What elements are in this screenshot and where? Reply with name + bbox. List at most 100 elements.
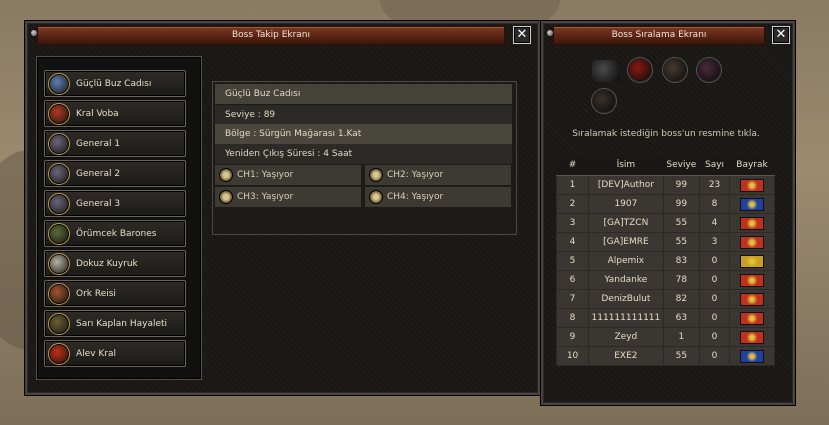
flag-icon [740, 273, 764, 287]
cell-flag [729, 346, 775, 366]
cell-level: 55 [662, 346, 701, 366]
table-row[interactable]: 8 111111111111 63 0 [555, 308, 775, 328]
cell-level: 99 [662, 175, 701, 195]
cell-name: [DEV]Author [588, 175, 664, 195]
cell-name: Yandanke [588, 270, 664, 290]
boss-button[interactable]: Kral Voba [44, 100, 186, 127]
flag-icon [740, 311, 764, 325]
channel-icon [369, 168, 383, 182]
table-row[interactable]: 2 1907 99 8 [555, 194, 775, 214]
nine-tails-icon [48, 252, 70, 275]
cell-flag [729, 194, 775, 214]
boss-portrait-icon[interactable] [663, 58, 687, 82]
cell-rank: 3 [555, 213, 590, 233]
flag-icon [740, 292, 764, 306]
cell-count: 4 [699, 213, 731, 233]
flag-icon [740, 235, 764, 249]
flag-icon [740, 178, 764, 192]
boss-button[interactable]: General 2 [44, 160, 186, 187]
boss-button[interactable]: Alev Kral [44, 340, 186, 367]
cell-count: 23 [699, 175, 731, 195]
table-row[interactable]: 10 EXE2 55 0 [555, 346, 775, 366]
orc-icon [48, 282, 70, 305]
boss-respawn: Yeniden Çıkış Süresi : 4 Saat [215, 144, 512, 164]
channel-icon [219, 190, 233, 204]
cell-flag [729, 308, 775, 328]
cell-level: 55 [662, 232, 701, 252]
channel-label: CH2: Yaşıyor [387, 170, 444, 180]
cell-rank: 2 [555, 194, 590, 214]
cell-flag [729, 251, 775, 271]
ranking-hint: Sıralamak istediğin boss'un resmine tıkl… [572, 129, 760, 139]
table-row[interactable]: 6 Yandanke 78 0 [555, 270, 775, 290]
channel-icon [369, 190, 383, 204]
boss-portrait-icon[interactable] [697, 58, 721, 82]
table-row[interactable]: 3 [GA]TZCN 55 4 [555, 213, 775, 233]
table-row[interactable]: 9 Zeyd 1 0 [555, 327, 775, 347]
cell-level: 99 [662, 194, 701, 214]
boss-button[interactable]: General 1 [44, 130, 186, 157]
boss-info-panel: Güçlü Buz Cadısı Seviye : 89 Bölge : Sür… [212, 81, 517, 235]
dragon-icon[interactable] [592, 60, 620, 82]
boss-button[interactable]: Güçlü Buz Cadısı [44, 70, 186, 97]
table-row[interactable]: 4 [GA]EMRE 55 3 [555, 232, 775, 252]
cell-rank: 1 [555, 175, 590, 195]
boss-button[interactable]: General 3 [44, 190, 186, 217]
general-icon [48, 162, 70, 185]
cell-count: 0 [699, 327, 731, 347]
boss-name: Güçlü Buz Cadısı [215, 84, 512, 104]
cell-name: [GA]EMRE [588, 232, 664, 252]
boss-button[interactable]: Örümcek Barones [44, 220, 186, 247]
cell-level: 83 [662, 251, 701, 271]
cell-flag [729, 213, 775, 233]
cell-flag [729, 175, 775, 195]
flame-king-icon [48, 342, 70, 365]
boss-label: Ork Reisi [76, 288, 116, 299]
close-button[interactable]: ✕ [513, 26, 531, 44]
ranking-table: # İsim Seviye Sayı Bayrak 1 [DEV]Author 99… [555, 155, 775, 366]
cell-rank: 9 [555, 327, 590, 347]
column-header: Seviye [663, 155, 700, 176]
cell-rank: 6 [555, 270, 590, 290]
cell-rank: 7 [555, 289, 590, 309]
red-dragon-icon[interactable] [628, 58, 652, 82]
table-row[interactable]: 1 [DEV]Author 99 23 [555, 175, 775, 195]
boss-label: Kral Voba [76, 108, 119, 119]
boss-label: Sarı Kaplan Hayaleti [76, 318, 168, 329]
boss-label: Güçlü Buz Cadısı [76, 78, 152, 89]
boss-button[interactable]: Sarı Kaplan Hayaleti [44, 310, 186, 337]
boss-button[interactable]: Dokuz Kuyruk [44, 250, 186, 277]
ice-witch-icon [48, 72, 70, 95]
table-row[interactable]: 7 DenizBulut 82 0 [555, 289, 775, 309]
cell-flag [729, 327, 775, 347]
boss-label: General 3 [76, 198, 121, 209]
cell-level: 63 [662, 308, 701, 328]
cell-name: 1907 [588, 194, 664, 214]
column-header: İsim [588, 155, 664, 176]
close-button[interactable]: ✕ [772, 26, 790, 44]
boss-label: General 1 [76, 138, 121, 149]
cell-level: 82 [662, 289, 701, 309]
cell-rank: 10 [555, 346, 590, 366]
window-title: Boss Takip Ekranı [37, 26, 505, 45]
general-icon [48, 132, 70, 155]
column-header: # [556, 155, 589, 176]
flag-icon [740, 197, 764, 211]
channel-label: CH3: Yaşıyor [237, 192, 294, 202]
cell-count: 0 [699, 289, 731, 309]
cell-name: DenizBulut [588, 289, 664, 309]
cell-name: [GA]TZCN [588, 213, 664, 233]
boss-region: Bölge : Sürgün Mağarası 1.Kat [215, 124, 512, 144]
boss-label: Dokuz Kuyruk [76, 258, 138, 269]
flag-icon [740, 349, 764, 363]
boss-list: Güçlü Buz Cadısı Kral Voba General 1 Genera… [36, 56, 202, 380]
cell-flag [729, 232, 775, 252]
boss-label: General 2 [76, 168, 121, 179]
flag-icon [740, 254, 764, 268]
table-row[interactable]: 5 Alpemix 83 0 [555, 251, 775, 271]
cell-count: 0 [699, 346, 731, 366]
cell-level: 1 [662, 327, 701, 347]
boss-button[interactable]: Ork Reisi [44, 280, 186, 307]
column-header: Sayı [699, 155, 730, 176]
boss-portrait-icon[interactable] [592, 89, 616, 113]
